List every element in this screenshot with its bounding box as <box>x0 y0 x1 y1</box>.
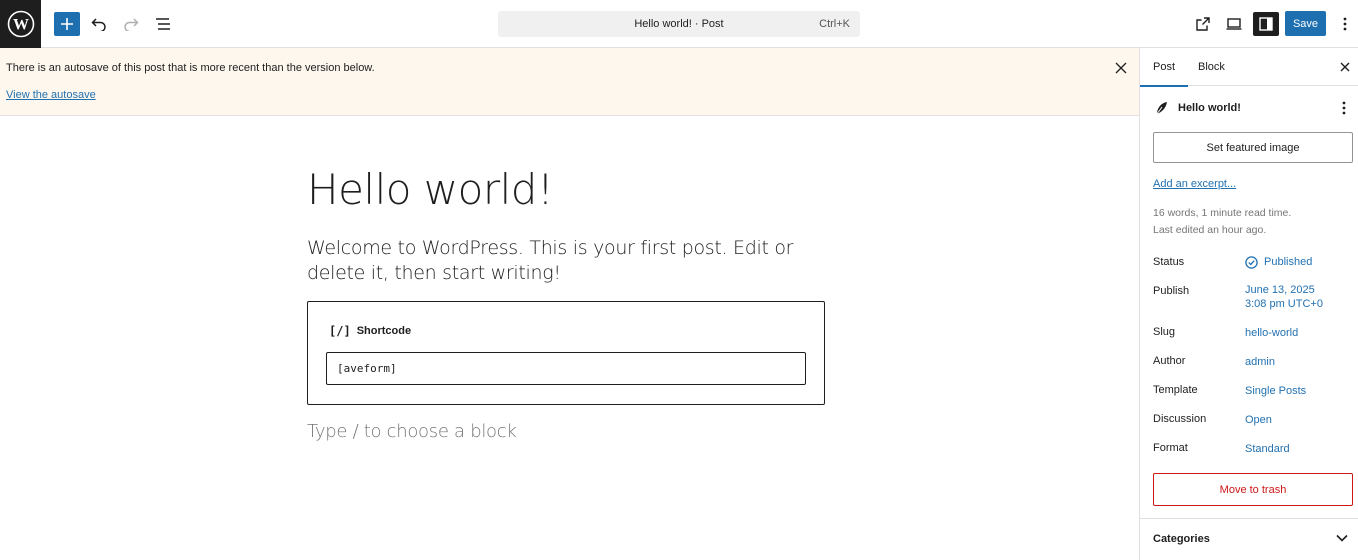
status-value-button[interactable]: Published <box>1245 255 1312 269</box>
redo-icon <box>124 18 139 31</box>
template-label: Template <box>1153 384 1198 396</box>
post-card-title: Hello world! <box>1154 101 1241 115</box>
tab-post[interactable]: Post <box>1140 48 1189 87</box>
preview-button[interactable] <box>1221 12 1247 36</box>
post-pen-icon <box>1156 102 1167 115</box>
post-title[interactable]: Hello world! <box>307 165 554 214</box>
shortcode-icon: [/] <box>329 324 351 338</box>
move-to-trash-button[interactable]: Move to trash <box>1153 473 1353 506</box>
status-label: Status <box>1153 256 1185 268</box>
shortcode-block-label: [/] Shortcode <box>329 324 411 338</box>
sidebar-icon <box>1259 17 1273 31</box>
discussion-value[interactable]: Open <box>1245 413 1272 427</box>
slug-label: Slug <box>1153 326 1176 338</box>
redo-button[interactable] <box>118 12 144 36</box>
add-excerpt-link[interactable]: Add an excerpt... <box>1153 178 1236 190</box>
undo-icon <box>91 18 106 31</box>
close-icon <box>1340 62 1350 72</box>
desktop-icon <box>1226 18 1242 30</box>
document-overview-button[interactable] <box>150 12 176 36</box>
save-button[interactable]: Save <box>1285 11 1326 36</box>
view-autosave-link[interactable]: View the autosave <box>6 89 96 101</box>
tab-block[interactable]: Block <box>1185 48 1238 86</box>
add-block-button[interactable] <box>54 12 80 36</box>
block-appender[interactable]: Type / to choose a block <box>307 421 517 442</box>
categories-panel-toggle[interactable]: Categories <box>1153 533 1210 545</box>
settings-toggle-button[interactable] <box>1253 12 1279 36</box>
options-button[interactable] <box>1332 12 1358 36</box>
format-value[interactable]: Standard <box>1245 442 1290 456</box>
sidebar-divider <box>1140 518 1358 519</box>
external-link-icon <box>1196 17 1210 31</box>
last-edited: Last edited an hour ago. <box>1153 224 1267 236</box>
sidebar-tabs: Post Block <box>1140 48 1358 87</box>
svg-text:W: W <box>13 17 29 34</box>
slug-value[interactable]: hello-world <box>1245 326 1298 340</box>
command-shortcut: Ctrl+K <box>819 18 850 30</box>
undo-button[interactable] <box>86 12 112 36</box>
notice-message: There is an autosave of this post that i… <box>6 62 375 74</box>
publish-time: 3:08 pm UTC+0 <box>1245 298 1323 310</box>
publish-date-button[interactable]: June 13, 2025 3:08 pm UTC+0 <box>1245 283 1323 311</box>
author-value[interactable]: admin <box>1245 355 1275 369</box>
command-palette-bar[interactable]: Hello world! · Post Ctrl+K <box>498 11 860 37</box>
list-view-icon <box>156 18 170 30</box>
close-icon <box>1115 62 1127 74</box>
more-vertical-icon <box>1343 17 1347 31</box>
publish-date: June 13, 2025 <box>1245 284 1315 296</box>
status-value: Published <box>1264 256 1313 268</box>
settings-sidebar: Post Block Hello world! Set featured ima… <box>1139 48 1358 560</box>
discussion-label: Discussion <box>1153 413 1207 425</box>
template-value[interactable]: Single Posts <box>1245 384 1306 398</box>
publish-label: Publish <box>1153 285 1190 297</box>
word-count: 16 words, 1 minute read time. <box>1153 207 1292 219</box>
more-vertical-icon <box>1342 101 1346 115</box>
view-post-button[interactable] <box>1190 12 1216 36</box>
author-label: Author <box>1153 355 1186 367</box>
plus-icon <box>61 18 73 30</box>
editor-header: W Hello world! · Post Ctrl+K Save <box>0 0 1358 48</box>
format-label: Format <box>1153 442 1188 454</box>
shortcode-input[interactable]: [aveform] <box>326 352 806 385</box>
shortcode-block[interactable]: [/] Shortcode [aveform] <box>307 301 825 405</box>
post-meta-info: 16 words, 1 minute read time. Last edite… <box>1153 205 1291 239</box>
command-title: Hello world! · Post <box>634 18 724 30</box>
wordpress-logo-icon[interactable]: W <box>0 0 41 48</box>
shortcode-label-text: Shortcode <box>356 325 412 337</box>
autosave-notice: There is an autosave of this post that i… <box>0 48 1139 116</box>
post-actions-button[interactable] <box>1337 100 1351 116</box>
post-card-title-text: Hello world! <box>1178 102 1241 114</box>
paragraph-block[interactable]: Welcome to WordPress. This is your first… <box>307 236 817 286</box>
notice-close-button[interactable] <box>1111 58 1131 78</box>
close-settings-button[interactable] <box>1338 60 1352 74</box>
published-check-icon <box>1245 255 1258 269</box>
set-featured-image-button[interactable]: Set featured image <box>1153 132 1353 163</box>
chevron-down-icon[interactable] <box>1335 531 1349 545</box>
